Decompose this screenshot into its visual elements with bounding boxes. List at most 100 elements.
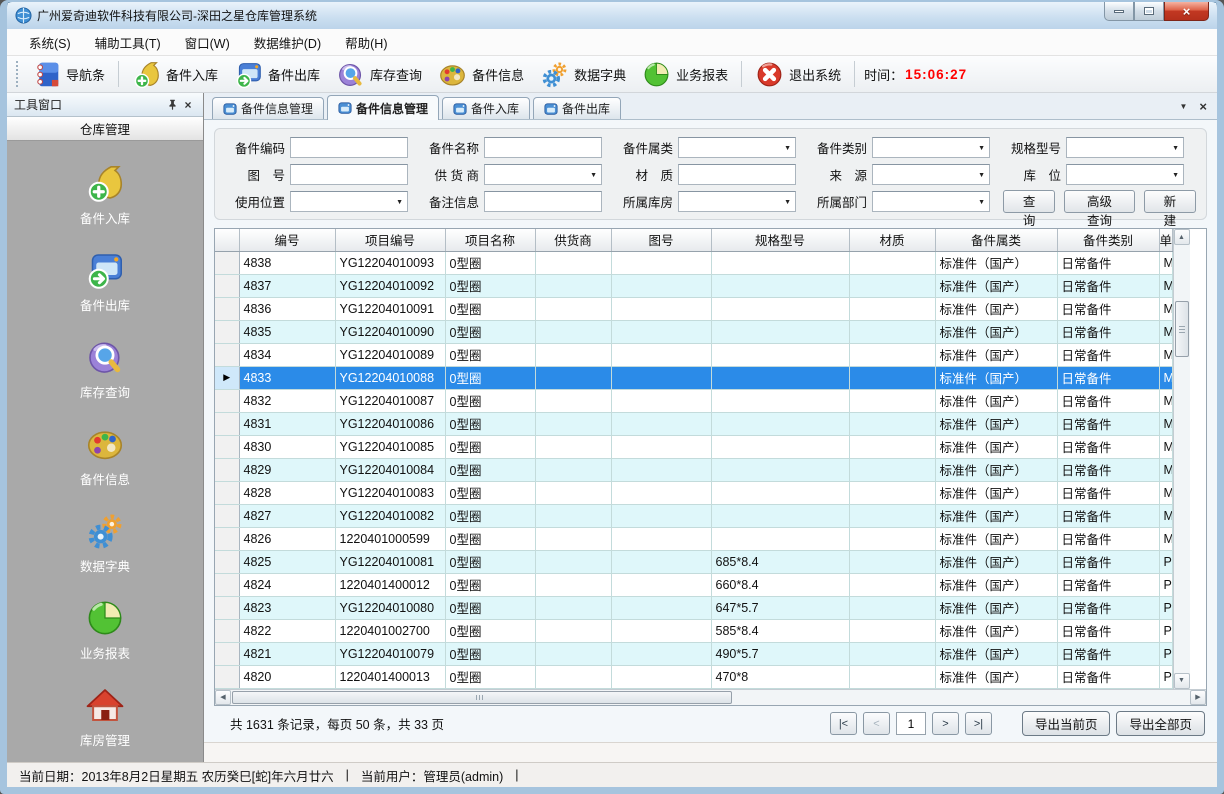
table-cell[interactable] (535, 527, 611, 550)
table-cell[interactable] (535, 343, 611, 366)
row-selector[interactable] (215, 504, 239, 527)
table-cell[interactable] (849, 297, 935, 320)
table-row[interactable]: 4838YG122040100930型圈标准件（国产）日常备件M (215, 251, 1172, 274)
table-cell[interactable]: 4828 (239, 481, 335, 504)
table-row[interactable]: 4821YG122040100790型圈490*5.7标准件（国产）日常备件PC (215, 642, 1172, 665)
vertical-scrollbar[interactable]: ▲ ▼ (1173, 229, 1190, 689)
minimize-button[interactable] (1104, 2, 1134, 21)
close-button[interactable]: × (1164, 2, 1209, 21)
toolbar-exit-button[interactable]: 退出系统 (747, 58, 849, 91)
table-cell[interactable] (849, 481, 935, 504)
table-cell[interactable]: 日常备件 (1057, 596, 1159, 619)
table-cell[interactable]: 0型圈 (445, 458, 535, 481)
sidebar-item-business-report[interactable]: 业务报表 (80, 598, 130, 662)
toolbar-grip[interactable] (14, 61, 21, 87)
horizontal-scrollbar[interactable]: ◀ ▶ (215, 689, 1206, 705)
table-cell[interactable]: PC (1159, 619, 1172, 642)
table-cell[interactable]: YG12204010091 (335, 297, 445, 320)
row-selector[interactable] (215, 619, 239, 642)
table-cell[interactable] (535, 366, 611, 389)
table-cell[interactable]: PC (1159, 642, 1172, 665)
sidebar-group-warehouse[interactable]: 仓库管理 (7, 117, 203, 141)
table-cell[interactable]: YG12204010086 (335, 412, 445, 435)
toolbar-parts-info-button[interactable]: 备件信息 (430, 58, 532, 91)
table-cell[interactable] (849, 412, 935, 435)
table-cell[interactable]: M (1159, 435, 1172, 458)
table-cell[interactable]: 1220401002700 (335, 619, 445, 642)
toolbar-inventory-query-button[interactable]: 库存查询 (328, 58, 430, 91)
header-col[interactable]: 图号 (611, 229, 711, 251)
table-cell[interactable]: 日常备件 (1057, 251, 1159, 274)
table-cell[interactable]: 4824 (239, 573, 335, 596)
table-cell[interactable] (711, 297, 849, 320)
parts-genus-select[interactable]: ▼ (678, 137, 796, 158)
table-cell[interactable]: 日常备件 (1057, 412, 1159, 435)
export-current-page-button[interactable]: 导出当前页 (1022, 711, 1111, 736)
table-cell[interactable] (535, 642, 611, 665)
table-row[interactable]: 4828YG122040100830型圈标准件（国产）日常备件M (215, 481, 1172, 504)
table-cell[interactable]: PC (1159, 596, 1172, 619)
table-cell[interactable]: 日常备件 (1057, 435, 1159, 458)
table-cell[interactable] (711, 504, 849, 527)
table-cell[interactable] (849, 389, 935, 412)
advanced-search-button[interactable]: 高级查询 (1064, 190, 1135, 213)
table-cell[interactable]: 0型圈 (445, 320, 535, 343)
table-cell[interactable]: 日常备件 (1057, 619, 1159, 642)
material-input[interactable] (678, 164, 796, 185)
table-cell[interactable] (535, 435, 611, 458)
scroll-right-icon[interactable]: ▶ (1190, 690, 1206, 705)
table-cell[interactable]: M (1159, 297, 1172, 320)
table-cell[interactable] (849, 366, 935, 389)
table-cell[interactable]: 标准件（国产） (935, 251, 1057, 274)
table-cell[interactable] (611, 389, 711, 412)
row-selector[interactable] (215, 274, 239, 297)
table-row[interactable]: 4823YG122040100800型圈647*5.7标准件（国产）日常备件PC (215, 596, 1172, 619)
table-cell[interactable]: 0型圈 (445, 251, 535, 274)
table-cell[interactable]: 标准件（国产） (935, 435, 1057, 458)
table-cell[interactable] (611, 596, 711, 619)
table-cell[interactable]: 0型圈 (445, 343, 535, 366)
row-selector[interactable] (215, 642, 239, 665)
table-cell[interactable] (849, 596, 935, 619)
scroll-down-icon[interactable]: ▼ (1174, 673, 1190, 689)
row-selector[interactable] (215, 343, 239, 366)
tab-list-dropdown[interactable]: ▼ (1179, 102, 1187, 111)
table-cell[interactable]: 日常备件 (1057, 458, 1159, 481)
table-cell[interactable]: M (1159, 481, 1172, 504)
table-cell[interactable]: 0型圈 (445, 366, 535, 389)
table-cell[interactable]: 标准件（国产） (935, 274, 1057, 297)
table-cell[interactable]: YG12204010084 (335, 458, 445, 481)
row-selector[interactable] (215, 596, 239, 619)
table-cell[interactable]: 标准件（国产） (935, 642, 1057, 665)
table-cell[interactable]: 日常备件 (1057, 665, 1159, 688)
header-col[interactable]: 材质 (849, 229, 935, 251)
table-cell[interactable]: 4833 (239, 366, 335, 389)
header-col[interactable]: 规格型号 (711, 229, 849, 251)
menu-window[interactable]: 窗口(W) (173, 28, 242, 57)
next-page-button[interactable]: > (932, 712, 959, 735)
table-row[interactable]: 482612204010005990型圈标准件（国产）日常备件M (215, 527, 1172, 550)
prev-page-button[interactable]: < (863, 712, 890, 735)
table-cell[interactable]: 1220401400012 (335, 573, 445, 596)
table-row[interactable]: 4836YG122040100910型圈标准件（国产）日常备件M (215, 297, 1172, 320)
sidebar-item-parts-in[interactable]: 备件入库 (80, 163, 130, 227)
row-selector[interactable] (215, 320, 239, 343)
table-cell[interactable]: 日常备件 (1057, 343, 1159, 366)
table-cell[interactable] (535, 504, 611, 527)
table-cell[interactable]: YG12204010083 (335, 481, 445, 504)
table-cell[interactable]: 470*8 (711, 665, 849, 688)
table-cell[interactable]: 日常备件 (1057, 504, 1159, 527)
table-cell[interactable] (849, 573, 935, 596)
row-selector[interactable] (215, 665, 239, 688)
table-cell[interactable]: 0型圈 (445, 504, 535, 527)
table-cell[interactable] (535, 389, 611, 412)
table-cell[interactable]: 4821 (239, 642, 335, 665)
table-cell[interactable] (611, 642, 711, 665)
table-cell[interactable] (849, 619, 935, 642)
table-cell[interactable] (849, 458, 935, 481)
table-row[interactable]: 4830YG122040100850型圈标准件（国产）日常备件M (215, 435, 1172, 458)
table-cell[interactable] (711, 343, 849, 366)
vertical-scroll-thumb[interactable] (1175, 301, 1189, 357)
header-col[interactable]: 项目名称 (445, 229, 535, 251)
page-number-input[interactable] (896, 712, 926, 735)
